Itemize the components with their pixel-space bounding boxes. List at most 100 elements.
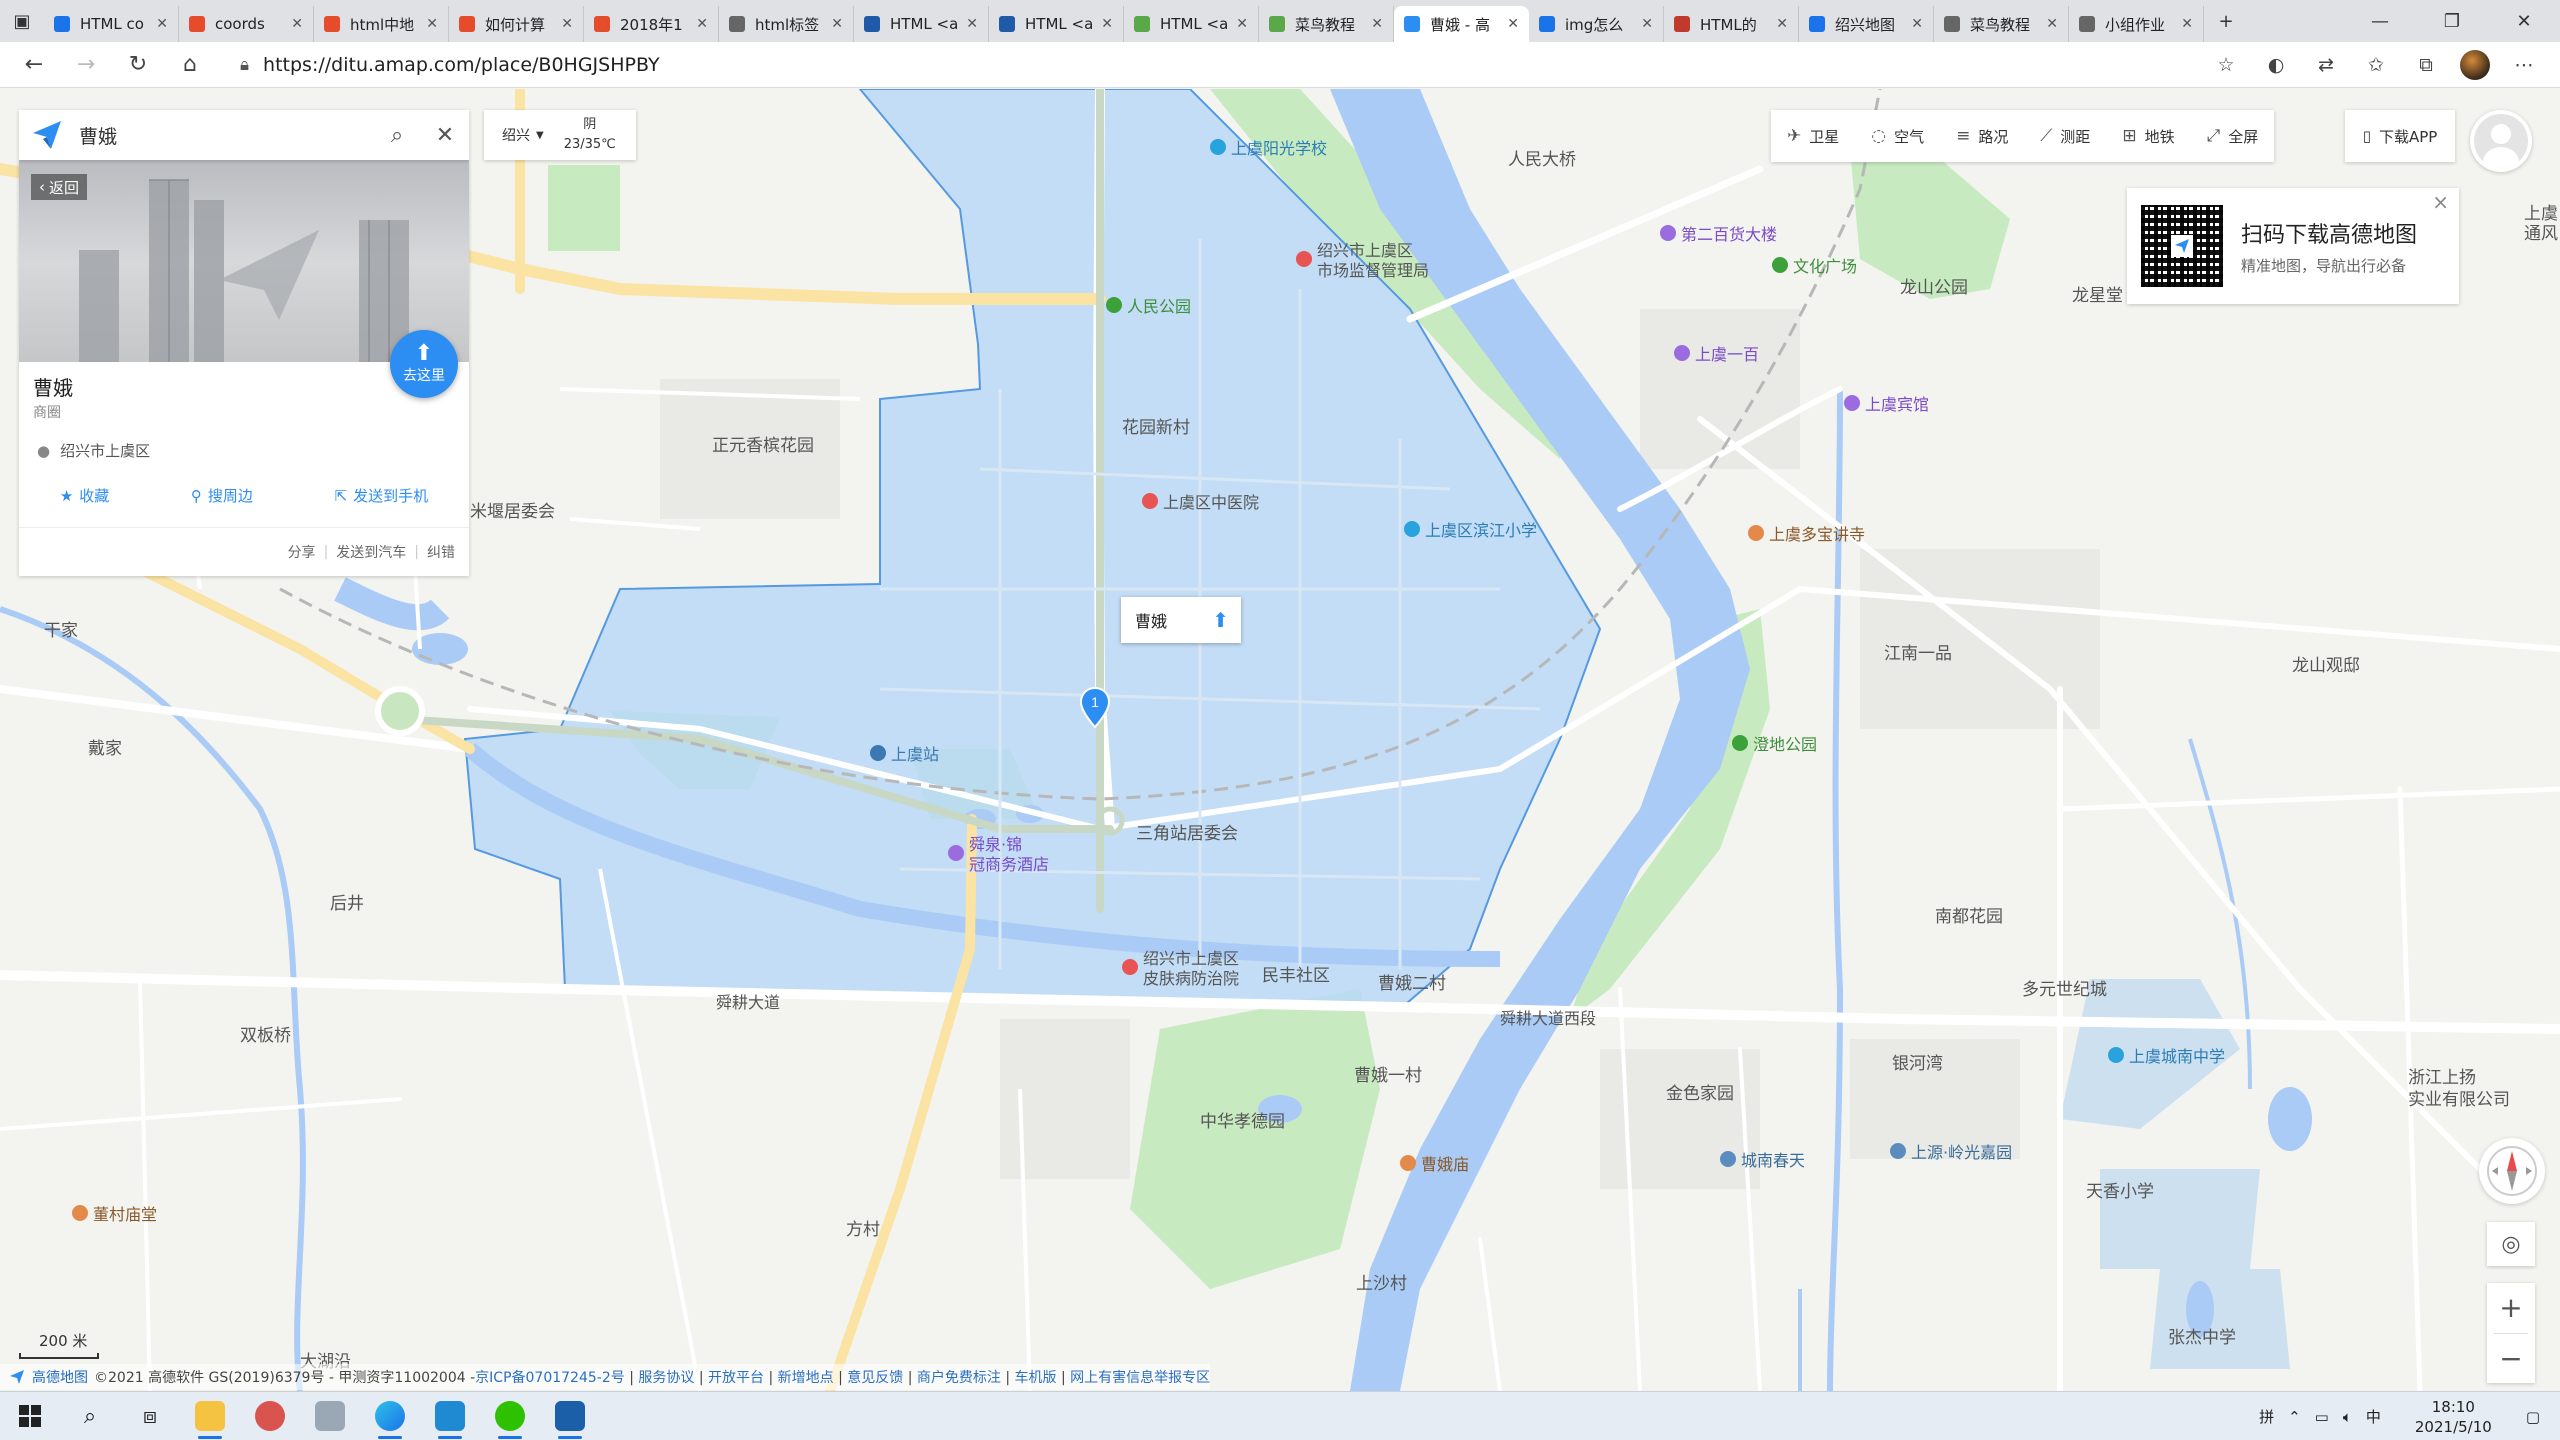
zoom-in-button[interactable]: + <box>2487 1283 2535 1333</box>
address-bar[interactable]: 🔒︎ https://ditu.amap.com/place/B0HGJSHPB… <box>240 50 2140 80</box>
tab-close-icon[interactable]: ✕ <box>1641 16 1653 32</box>
map-poi[interactable]: 上虞区滨江小学 <box>1404 517 1537 541</box>
tab-close-icon[interactable]: ✕ <box>1371 16 1383 32</box>
map-poi[interactable]: 上虞区中医院 <box>1142 489 1259 513</box>
translate-icon[interactable]: ⇄ <box>2310 49 2342 81</box>
place-action-button[interactable]: ★ 收藏 <box>60 485 109 506</box>
tab[interactable]: html中地 ✕ <box>314 6 449 42</box>
copyright-link[interactable]: 京ICP备07017245-2号 <box>475 1370 625 1386</box>
copyright-link[interactable]: 网上有害信息举报专区 <box>1070 1370 1210 1386</box>
map-poi[interactable]: 上虞站 <box>870 741 939 765</box>
tab[interactable]: HTML的 ✕ <box>1664 6 1799 42</box>
tab[interactable]: img怎么 ✕ <box>1529 6 1664 42</box>
toolbar-ruler-button[interactable]: ⟋ 测距 <box>2024 110 2106 162</box>
locate-me-button[interactable]: ◎ <box>2487 1222 2535 1266</box>
close-window-button[interactable]: ✕ <box>2488 0 2560 42</box>
volume-icon[interactable]: 🔈︎ <box>2343 1408 2352 1426</box>
toolbar-traffic-button[interactable]: ≡ 路况 <box>1940 110 2024 162</box>
place-action-button[interactable]: ⇱ 发送到手机 <box>335 485 429 506</box>
tab-close-icon[interactable]: ✕ <box>696 16 708 32</box>
search-taskbar-icon[interactable]: ⌕ <box>60 1392 120 1440</box>
url-text[interactable]: https://ditu.amap.com/place/B0HGJSHPBY <box>263 54 660 76</box>
city-selector[interactable]: 绍兴 ▼ <box>484 125 564 145</box>
input-mode-icon[interactable]: 中 <box>2366 1406 2381 1427</box>
compass-control[interactable] <box>2479 1138 2545 1204</box>
tab[interactable]: 小组作业 ✕ <box>2069 6 2204 42</box>
tab[interactable]: HTML <a ✕ <box>989 6 1124 42</box>
map-poi[interactable]: 文化广场 <box>1772 253 1857 277</box>
place-link[interactable]: 发送到汽车 <box>336 542 406 562</box>
map-poi[interactable]: 上虞宾馆 <box>1844 391 1929 415</box>
collections-icon[interactable]: ⧉ <box>2410 49 2442 81</box>
edge-browser-icon[interactable] <box>360 1392 420 1440</box>
forward-icon[interactable]: → <box>60 42 112 88</box>
map-poi[interactable]: 上源·岭光嘉园 <box>1890 1139 2012 1163</box>
photos-icon[interactable] <box>540 1392 600 1440</box>
qr-close-icon[interactable]: × <box>2432 190 2449 214</box>
map-poi[interactable]: 人民公园 <box>1106 293 1191 317</box>
copyright-link[interactable]: 服务协议 <box>638 1370 694 1386</box>
map-poi[interactable]: 舜泉·锦 冠商务酒店 <box>948 835 1049 875</box>
tab-close-icon[interactable]: ✕ <box>1776 16 1788 32</box>
tab[interactable]: 如何计算 ✕ <box>449 6 584 42</box>
map-poi[interactable]: 上虞阳光学校 <box>1210 135 1327 159</box>
tab-close-icon[interactable]: ✕ <box>1911 16 1923 32</box>
tab[interactable]: 菜鸟教程 ✕ <box>1259 6 1394 42</box>
weather-widget[interactable]: 绍兴 ▼ 阴 23/35℃ <box>484 110 636 160</box>
task-view-icon[interactable]: ⧈ <box>120 1392 180 1440</box>
favorite-star-icon[interactable]: ☆ <box>2210 49 2242 81</box>
toolbar-subway-button[interactable]: ⊞ 地铁 <box>2106 110 2190 162</box>
tab[interactable]: coords ✕ <box>179 6 314 42</box>
profile-avatar[interactable] <box>2460 50 2490 80</box>
place-action-button[interactable]: ⚲ 搜周边 <box>191 485 253 506</box>
maximize-button[interactable]: ❐ <box>2416 0 2488 42</box>
new-tab-button[interactable]: + <box>2204 0 2248 42</box>
tab[interactable]: 2018年1 ✕ <box>584 6 719 42</box>
map-poi[interactable]: 上虞一百 <box>1674 341 1759 365</box>
tab-close-icon[interactable]: ✕ <box>1236 16 1248 32</box>
reload-icon[interactable]: ↻ <box>112 42 164 88</box>
tab-close-icon[interactable]: ✕ <box>1507 16 1519 32</box>
map-poi[interactable]: 澄地公园 <box>1732 731 1817 755</box>
zoom-out-button[interactable]: − <box>2487 1333 2535 1383</box>
copyright-link[interactable]: 新增地点 <box>778 1370 834 1386</box>
back-icon[interactable]: ← <box>8 42 60 88</box>
tab[interactable]: HTML <a ✕ <box>854 6 989 42</box>
tab-close-icon[interactable]: ✕ <box>426 16 438 32</box>
tab-close-icon[interactable]: ✕ <box>966 16 978 32</box>
app-icon-2[interactable] <box>300 1392 360 1440</box>
ime-indicator[interactable]: 拼 <box>2259 1406 2274 1427</box>
go-here-button[interactable]: ⬆ 去这里 <box>390 330 458 398</box>
map-poi[interactable]: 董村庙堂 <box>72 1201 157 1225</box>
map-poi[interactable]: 曹娥庙 <box>1400 1151 1469 1175</box>
place-link[interactable]: 纠错 <box>427 542 455 562</box>
tab[interactable]: 菜鸟教程 ✕ <box>1934 6 2069 42</box>
tab-actions-icon[interactable]: ▣ <box>0 0 44 42</box>
download-app-button[interactable]: ▯ 下载APP <box>2345 110 2455 162</box>
place-link[interactable]: 分享 <box>288 542 316 562</box>
map-poi[interactable]: 上虞城南中学 <box>2108 1043 2225 1067</box>
wechat-icon[interactable] <box>480 1392 540 1440</box>
search-input[interactable]: 曹娥 <box>79 122 373 149</box>
tab-close-icon[interactable]: ✕ <box>156 16 168 32</box>
map-poi[interactable]: 绍兴市上虞区 皮肤病防治院 <box>1122 949 1239 989</box>
tab[interactable]: html标签 ✕ <box>719 6 854 42</box>
close-icon[interactable]: ✕ <box>421 110 469 160</box>
copyright-link[interactable]: 开放平台 <box>708 1370 764 1386</box>
extension-icon[interactable]: ◐ <box>2260 49 2292 81</box>
map-poi[interactable]: 城南春天 <box>1720 1147 1805 1171</box>
tab-close-icon[interactable]: ✕ <box>2046 16 2058 32</box>
user-avatar[interactable] <box>2470 110 2532 172</box>
notification-icon[interactable]: ▢ <box>2526 1408 2540 1426</box>
clock[interactable]: 18:10 2021/5/10 <box>2415 1397 2492 1437</box>
toolbar-satellite-button[interactable]: ✈ 卫星 <box>1771 110 1855 162</box>
tab-close-icon[interactable]: ✕ <box>831 16 843 32</box>
network-icon[interactable]: ▭ <box>2315 1408 2329 1426</box>
navigate-arrow-icon[interactable]: ⬆ <box>1212 608 1229 632</box>
map-place-popup[interactable]: 曹娥 ⬆ <box>1121 597 1241 643</box>
file-explorer-icon[interactable] <box>180 1392 240 1440</box>
app-icon-1[interactable] <box>240 1392 300 1440</box>
tab-active[interactable]: 曹娥 - 高 ✕ <box>1394 6 1529 42</box>
tab-close-icon[interactable]: ✕ <box>1101 16 1113 32</box>
vscode-icon[interactable] <box>420 1392 480 1440</box>
